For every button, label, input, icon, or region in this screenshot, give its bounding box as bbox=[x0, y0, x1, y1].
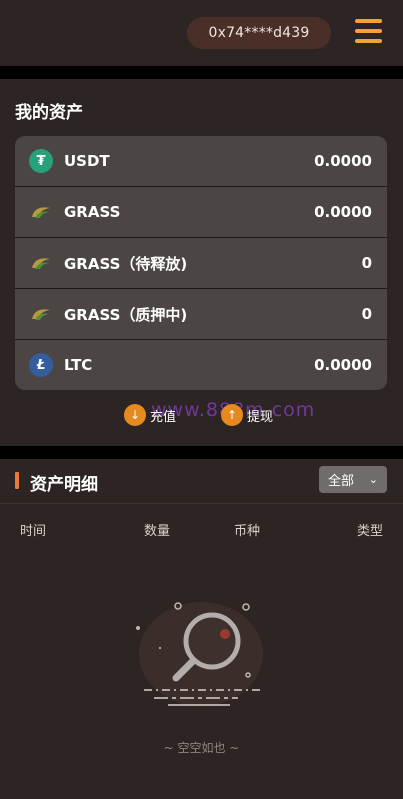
column-header-type: 类型 bbox=[357, 524, 384, 539]
section-divider bbox=[0, 446, 403, 459]
asset-amount: 0.0000 bbox=[314, 203, 372, 221]
deposit-button[interactable]: ↓ 充值 bbox=[124, 404, 176, 426]
grass-icon bbox=[29, 251, 53, 275]
withdraw-icon: ↑ bbox=[221, 404, 243, 426]
withdraw-label: 提现 bbox=[247, 409, 274, 425]
section-divider bbox=[0, 66, 403, 79]
assets-card: ₮ USDT 0.0000 GRASS 0.0000 GRASS（待释放) 0 … bbox=[15, 136, 387, 390]
asset-name: GRASS（待释放) bbox=[64, 254, 188, 273]
column-header-amount: 数量 bbox=[144, 524, 171, 539]
asset-row-grass-pending[interactable]: GRASS（待释放) 0 bbox=[15, 238, 387, 289]
asset-actions: ↓ 充值 ↑ 提现 bbox=[0, 404, 403, 432]
column-header-coin: 币种 bbox=[234, 524, 261, 539]
asset-amount: 0 bbox=[361, 254, 372, 272]
asset-name: GRASS（质押中) bbox=[64, 305, 188, 324]
empty-state-illustration bbox=[136, 602, 263, 706]
grass-icon bbox=[29, 302, 53, 326]
asset-name: USDT bbox=[64, 152, 110, 170]
asset-amount: 0.0000 bbox=[314, 356, 372, 374]
asset-row-ltc[interactable]: Ł LTC 0.0000 bbox=[15, 340, 387, 390]
asset-amount: 0.0000 bbox=[314, 152, 372, 170]
asset-amount: 0 bbox=[361, 305, 372, 323]
litecoin-icon: Ł bbox=[29, 353, 53, 377]
type-filter-select[interactable]: 全部 ⌄ bbox=[319, 466, 387, 493]
wallet-address-badge[interactable]: 0x74****d439 bbox=[187, 17, 331, 49]
detail-divider bbox=[0, 503, 403, 504]
grass-icon bbox=[29, 200, 53, 224]
asset-row-usdt[interactable]: ₮ USDT 0.0000 bbox=[15, 136, 387, 187]
withdraw-button[interactable]: ↑ 提现 bbox=[221, 404, 273, 426]
empty-state-text: ~ 空空如也 ~ bbox=[163, 741, 240, 755]
deposit-icon: ↓ bbox=[124, 404, 146, 426]
asset-row-grass-staked[interactable]: GRASS（质押中) 0 bbox=[15, 289, 387, 340]
asset-detail-title: 资产明细 bbox=[30, 475, 98, 495]
filter-value: 全部 bbox=[328, 474, 355, 489]
title-accent-bar bbox=[15, 472, 19, 489]
usdt-icon: ₮ bbox=[29, 149, 53, 173]
asset-row-grass[interactable]: GRASS 0.0000 bbox=[15, 187, 387, 238]
chevron-down-icon: ⌄ bbox=[368, 473, 378, 486]
deposit-label: 充值 bbox=[150, 409, 177, 425]
column-header-time: 时间 bbox=[20, 524, 47, 539]
my-assets-title: 我的资产 bbox=[15, 103, 83, 123]
asset-name: LTC bbox=[64, 356, 93, 374]
top-header: 0x74****d439 bbox=[0, 0, 403, 66]
asset-name: GRASS bbox=[64, 203, 121, 221]
hamburger-menu-icon[interactable] bbox=[355, 18, 383, 46]
